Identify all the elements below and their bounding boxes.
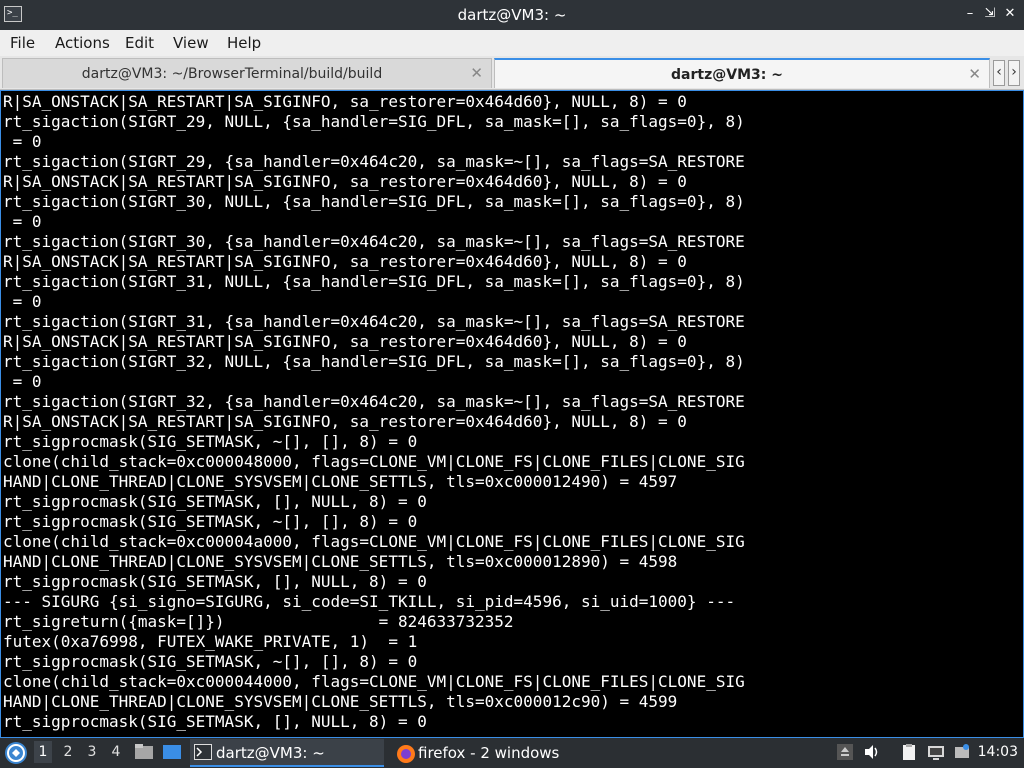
- minimize-icon[interactable]: –: [962, 6, 978, 22]
- tab-close-icon[interactable]: ✕: [968, 65, 981, 83]
- terminal-line: rt_sigprocmask(SIG_SETMASK, [], NULL, 8)…: [3, 572, 427, 591]
- close-icon[interactable]: ✕: [1002, 6, 1018, 22]
- terminal-line: = 0: [3, 292, 42, 311]
- desktop-icon[interactable]: [162, 743, 182, 761]
- taskbar: 1 2 3 4 dartz@VM3: ~ firefox - 2 windows…: [0, 738, 1024, 768]
- terminal-line: clone(child_stack=0xc000044000, flags=CL…: [3, 672, 745, 691]
- tab-scroll-left-icon[interactable]: ‹: [993, 60, 1005, 86]
- terminal-line: R|SA_ONSTACK|SA_RESTART|SA_SIGINFO, sa_r…: [3, 412, 687, 431]
- taskbar-item-terminal[interactable]: dartz@VM3: ~: [190, 739, 384, 767]
- tab-close-icon[interactable]: ✕: [470, 64, 483, 82]
- taskbar-item-label: dartz@VM3: ~: [216, 744, 325, 762]
- menu-bar: File Actions Edit View Help: [0, 30, 1024, 56]
- maximize-icon[interactable]: ⇲: [982, 6, 998, 22]
- workspace-3[interactable]: 3: [83, 744, 101, 760]
- terminal-line: rt_sigaction(SIGRT_31, {sa_handler=0x464…: [3, 312, 745, 331]
- terminal-line: = 0: [3, 212, 42, 231]
- taskbar-item-label: firefox - 2 windows: [418, 744, 560, 762]
- window-title: dartz@VM3: ~: [457, 6, 567, 24]
- terminal-line: HAND|CLONE_THREAD|CLONE_SYSVSEM|CLONE_SE…: [3, 472, 678, 491]
- tab-label: dartz@VM3: ~: [671, 67, 783, 83]
- terminal-line: HAND|CLONE_THREAD|CLONE_SYSVSEM|CLONE_SE…: [3, 692, 678, 711]
- start-menu-icon[interactable]: [5, 742, 27, 764]
- terminal-line: rt_sigprocmask(SIG_SETMASK, [], NULL, 8)…: [3, 492, 427, 511]
- terminal-line: R|SA_ONSTACK|SA_RESTART|SA_SIGINFO, sa_r…: [3, 92, 687, 111]
- menu-help[interactable]: Help: [227, 34, 261, 52]
- clipboard-icon[interactable]: [900, 743, 918, 761]
- terminal-line: = 0: [3, 372, 42, 391]
- clock[interactable]: 14:03: [978, 744, 1018, 760]
- terminal-line: rt_sigaction(SIGRT_30, NULL, {sa_handler…: [3, 192, 745, 211]
- file-manager-icon[interactable]: [134, 743, 154, 761]
- terminal-line: clone(child_stack=0xc000048000, flags=CL…: [3, 452, 745, 471]
- terminal-line: HAND|CLONE_THREAD|CLONE_SYSVSEM|CLONE_SE…: [3, 552, 678, 571]
- menu-file[interactable]: File: [10, 34, 35, 52]
- terminal-line: futex(0xa76998, FUTEX_WAKE_PRIVATE, 1) =…: [3, 632, 418, 651]
- upload-icon[interactable]: [836, 743, 854, 761]
- volume-icon[interactable]: [863, 743, 881, 761]
- tab-label: dartz@VM3: ~/BrowserTerminal/build/build: [81, 66, 383, 82]
- terminal-line: rt_sigaction(SIGRT_30, {sa_handler=0x464…: [3, 232, 745, 251]
- tab-home[interactable]: dartz@VM3: ~ ✕: [494, 58, 990, 88]
- terminal-line: clone(child_stack=0xc00004a000, flags=CL…: [3, 532, 745, 551]
- terminal-line: rt_sigaction(SIGRT_31, NULL, {sa_handler…: [3, 272, 745, 291]
- terminal-line: = 0: [3, 132, 42, 151]
- notification-icon[interactable]: [953, 743, 971, 761]
- workspace-1[interactable]: 1: [34, 741, 52, 763]
- terminal-line: rt_sigprocmask(SIG_SETMASK, ~[], [], 8) …: [3, 512, 418, 531]
- terminal-line: R|SA_ONSTACK|SA_RESTART|SA_SIGINFO, sa_r…: [3, 252, 687, 271]
- terminal-line: rt_sigprocmask(SIG_SETMASK, ~[], [], 8) …: [3, 432, 418, 451]
- workspace-2[interactable]: 2: [59, 744, 77, 760]
- taskbar-item-firefox[interactable]: firefox - 2 windows: [392, 739, 592, 767]
- menu-view[interactable]: View: [173, 34, 209, 52]
- terminal-icon: [194, 744, 212, 760]
- terminal-line: rt_sigreturn({mask=[]}) = 824633732352: [3, 612, 514, 631]
- terminal-line: R|SA_ONSTACK|SA_RESTART|SA_SIGINFO, sa_r…: [3, 332, 687, 351]
- tab-scroll-right-icon[interactable]: ›: [1008, 60, 1020, 86]
- terminal-line: rt_sigaction(SIGRT_32, {sa_handler=0x464…: [3, 392, 745, 411]
- network-icon[interactable]: [927, 743, 945, 761]
- menu-edit[interactable]: Edit: [125, 34, 154, 52]
- terminal-line: rt_sigprocmask(SIG_SETMASK, [], NULL, 8)…: [3, 712, 427, 731]
- terminal-output[interactable]: R|SA_ONSTACK|SA_RESTART|SA_SIGINFO, sa_r…: [0, 90, 1024, 738]
- terminal-line: rt_sigprocmask(SIG_SETMASK, ~[], [], 8) …: [3, 652, 418, 671]
- firefox-icon: [396, 744, 415, 763]
- terminal-line: rt_sigaction(SIGRT_29, {sa_handler=0x464…: [3, 152, 745, 171]
- terminal-line: R|SA_ONSTACK|SA_RESTART|SA_SIGINFO, sa_r…: [3, 172, 687, 191]
- terminal-line: rt_sigaction(SIGRT_29, NULL, {sa_handler…: [3, 112, 745, 131]
- tab-bar: dartz@VM3: ~/BrowserTerminal/build/build…: [0, 56, 1024, 90]
- terminal-line: --- SIGURG {si_signo=SIGURG, si_code=SI_…: [3, 592, 736, 611]
- menu-actions[interactable]: Actions: [55, 34, 110, 52]
- terminal-line: rt_sigaction(SIGRT_32, NULL, {sa_handler…: [3, 352, 745, 371]
- workspace-4[interactable]: 4: [107, 744, 125, 760]
- window-titlebar[interactable]: >_ dartz@VM3: ~ – ⇲ ✕: [0, 0, 1024, 30]
- tab-browserterminal[interactable]: dartz@VM3: ~/BrowserTerminal/build/build…: [2, 58, 492, 88]
